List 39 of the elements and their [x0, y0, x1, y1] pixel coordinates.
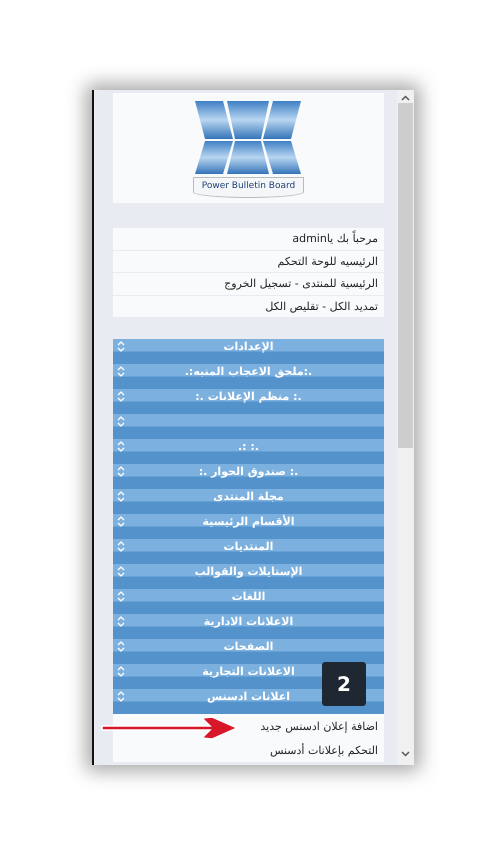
expand-icon[interactable]	[117, 641, 125, 652]
nav-link[interactable]: تمديد الكل - تقليص الكل	[113, 296, 384, 317]
expand-icon[interactable]	[117, 566, 125, 577]
scrollbar[interactable]	[397, 90, 414, 765]
expand-icon[interactable]	[117, 391, 125, 402]
scroll-up-icon[interactable]	[401, 95, 410, 101]
section-header[interactable]: .:ملحق الاعجاب المنبه:.	[113, 364, 384, 389]
section-header[interactable]: .: منظم الإعلانات .:	[113, 389, 384, 414]
expand-icon[interactable]	[117, 491, 125, 502]
logo-caption: Power Bulletin Board	[192, 176, 304, 198]
step-number-tooltip: 2	[322, 662, 366, 706]
logo-icon	[193, 98, 304, 174]
expand-icon[interactable]	[117, 341, 125, 352]
scroll-down-icon[interactable]	[401, 751, 410, 757]
section-header[interactable]: الإعدادات	[113, 339, 384, 364]
section-header[interactable]: اللغات	[113, 589, 384, 614]
expand-icon[interactable]	[117, 516, 125, 527]
expand-icon[interactable]	[117, 541, 125, 552]
expand-icon[interactable]	[117, 441, 125, 452]
section-header[interactable]: الإستايلات والقوالب	[113, 564, 384, 589]
scroll-thumb[interactable]	[398, 103, 413, 448]
nav-link[interactable]: مرحباً بك ياadmin	[113, 228, 384, 250]
expand-icon[interactable]	[117, 416, 125, 427]
section-header[interactable]: .: صندوق الحوار .:	[113, 464, 384, 489]
expand-icon[interactable]	[117, 591, 125, 602]
section-header[interactable]: الاعلانات الادارية	[113, 614, 384, 639]
expand-icon[interactable]	[117, 691, 125, 702]
nav-link[interactable]: الرئيسية للمنتدى - تسجيل الخروج	[113, 273, 384, 294]
section-header[interactable]: .: :.	[113, 439, 384, 464]
section-header[interactable]: الأقسام الرئيسية	[113, 514, 384, 539]
expand-icon[interactable]	[117, 466, 125, 477]
section-header[interactable]: مجلة المنتدى	[113, 489, 384, 514]
expand-icon[interactable]	[117, 666, 125, 677]
nav-link[interactable]: الرئيسيه للوحة التحكم	[113, 250, 384, 272]
section-header[interactable]: المنتديات	[113, 539, 384, 564]
expand-icon[interactable]	[117, 366, 125, 377]
expand-icon[interactable]	[117, 616, 125, 627]
section-header[interactable]: الصفحات	[113, 639, 384, 664]
submenu-link[interactable]: التحكم بإعلانات أدسنس	[113, 738, 384, 762]
